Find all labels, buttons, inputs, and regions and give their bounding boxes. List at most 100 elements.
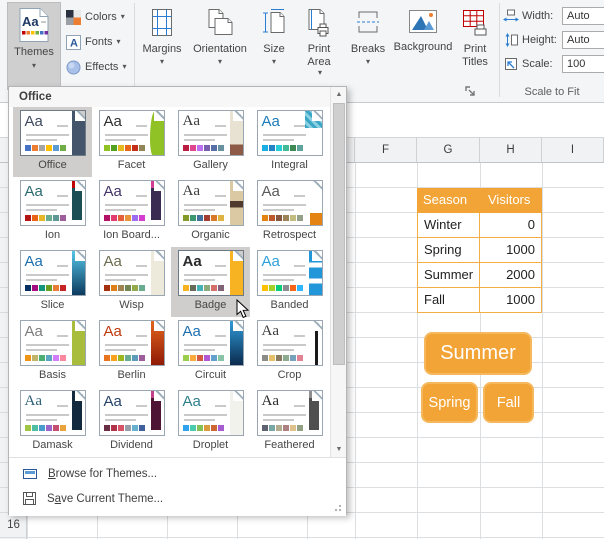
theme-palette [262, 355, 303, 361]
column-header-g[interactable]: G [417, 138, 480, 162]
column-header-i[interactable]: I [542, 138, 604, 162]
gallery-section-header: Office [9, 87, 330, 107]
theme-item-office[interactable]: AaOffice [13, 107, 92, 177]
theme-palette [262, 425, 303, 431]
cell-summer[interactable]: Summer [417, 263, 480, 288]
theme-palette [25, 145, 66, 151]
theme-item-damask[interactable]: AaDamask [13, 387, 92, 457]
theme-item-ion-board[interactable]: AaIon Board... [92, 177, 171, 247]
dropdown-caret-icon: ▾ [121, 13, 125, 21]
dropdown-caret-icon: ▾ [218, 58, 222, 66]
background-button[interactable]: Background [394, 2, 452, 94]
row-header-16[interactable]: 16 [0, 513, 27, 538]
width-label: Width: [522, 10, 559, 22]
height-input[interactable] [562, 31, 604, 49]
theme-thumbnail: Aa [257, 180, 323, 226]
theme-name: Dividend [92, 439, 171, 451]
theme-aa-sample: Aa [183, 253, 202, 270]
scale-input[interactable] [562, 55, 604, 73]
breaks-button[interactable]: Breaks ▾ [344, 2, 392, 94]
browse-themes-icon [23, 468, 37, 480]
theme-name: Integral [250, 159, 329, 171]
theme-item-ion[interactable]: AaIon [13, 177, 92, 247]
scroll-down-icon[interactable]: ▼ [332, 442, 346, 457]
table-header-season[interactable]: Season [417, 188, 480, 213]
theme-aa-sample: Aa [104, 323, 122, 340]
save-current-theme-item[interactable]: Save Current Theme... [9, 487, 346, 510]
cell-spring[interactable]: Spring [417, 238, 480, 263]
theme-item-wisp[interactable]: AaWisp [92, 247, 171, 317]
margins-button[interactable]: Margins ▾ [138, 2, 186, 94]
theme-item-facet[interactable]: AaFacet [92, 107, 171, 177]
theme-item-circuit[interactable]: AaCircuit [171, 317, 250, 387]
page-fold [233, 181, 243, 191]
cell-winter[interactable]: Winter [417, 213, 480, 238]
page-setup-dialog-launcher[interactable] [464, 85, 476, 97]
size-icon [262, 8, 286, 38]
orientation-button[interactable]: Orientation ▾ [188, 2, 252, 94]
cell-spring-value[interactable]: 1000 [480, 238, 542, 263]
scrollbar-thumb[interactable] [333, 103, 345, 365]
column-header-f[interactable]: F [355, 138, 417, 162]
shape-button-spring[interactable]: Spring [421, 382, 478, 423]
scale-to-fit-group-label: Scale to Fit [500, 86, 604, 98]
theme-item-retrospect[interactable]: AaRetrospect [250, 177, 329, 247]
cell-fall-value[interactable]: 1000 [480, 288, 542, 313]
shape-button-summer[interactable]: Summer [424, 332, 532, 375]
theme-item-berlin[interactable]: AaBerlin [92, 317, 171, 387]
theme-item-banded[interactable]: Aa Banded [250, 247, 329, 317]
theme-aa-sample: Aa [262, 253, 280, 270]
svg-text:A: A [70, 37, 78, 49]
print-titles-button[interactable]: Print Titles [454, 2, 496, 94]
print-area-label: Print Area [296, 43, 342, 69]
browse-for-themes-item[interactable]: Browse for Themes... [9, 462, 346, 485]
resize-grip[interactable] [331, 504, 343, 514]
page-fold [75, 321, 85, 331]
gallery-scrollbar[interactable]: ▲ ▼ [330, 87, 346, 457]
breaks-label: Breaks [351, 43, 385, 56]
theme-name: Feathered [250, 439, 329, 451]
theme-aa-sample: Aa [183, 183, 201, 200]
theme-thumbnail: Aa [20, 390, 86, 436]
colors-dropdown[interactable]: Colors ▾ [66, 6, 138, 28]
orientation-label: Orientation [193, 43, 247, 56]
theme-item-slice[interactable]: AaSlice [13, 247, 92, 317]
fonts-dropdown[interactable]: A Fonts ▾ [66, 31, 138, 53]
theme-item-gallery[interactable]: AaGallery [171, 107, 250, 177]
background-icon [408, 8, 438, 36]
table-header-visitors[interactable]: Visitors [480, 188, 542, 213]
print-area-button[interactable]: Print Area▾ [296, 2, 342, 94]
orientation-icon [205, 8, 235, 38]
theme-item-crop[interactable]: AaCrop [250, 317, 329, 387]
theme-aa-sample: Aa [262, 113, 280, 130]
theme-thumbnail: Aa [99, 110, 165, 156]
shape-button-fall[interactable]: Fall [483, 382, 534, 423]
cell-fall[interactable]: Fall [417, 288, 480, 313]
background-label: Background [394, 41, 453, 54]
theme-palette [25, 355, 66, 361]
theme-item-integral[interactable]: Aa Integral [250, 107, 329, 177]
gallery-footer: Browse for Themes... Save Current Theme.… [9, 457, 346, 516]
scroll-up-icon[interactable]: ▲ [332, 87, 346, 102]
themes-gallery-dropdown: Office AaOfficeAaFacetAaGalleryAaIntegra… [8, 86, 347, 515]
cell-winter-value[interactable]: 0 [480, 213, 542, 238]
effects-label: Effects [85, 61, 118, 73]
effects-dropdown[interactable]: Effects ▾ [66, 56, 138, 78]
theme-item-droplet[interactable]: AaDroplet [171, 387, 250, 457]
size-button[interactable]: Size ▾ [254, 2, 294, 94]
page-fold [154, 181, 164, 191]
theme-item-organic[interactable]: AaOrganic [171, 177, 250, 247]
theme-item-feathered[interactable]: AaFeathered [250, 387, 329, 457]
theme-thumbnail: Aa [178, 250, 244, 296]
theme-item-dividend[interactable]: AaDividend [92, 387, 171, 457]
cell-summer-value[interactable]: 2000 [480, 263, 542, 288]
page-fold [312, 251, 322, 261]
scale-height-row: Height: [503, 30, 604, 50]
column-header-h[interactable]: H [480, 138, 542, 162]
theme-palette [262, 145, 303, 151]
theme-aa-sample: Aa [25, 323, 43, 340]
theme-item-basis[interactable]: AaBasis [13, 317, 92, 387]
theme-name: Banded [250, 299, 329, 311]
width-input[interactable] [562, 7, 604, 25]
themes-button[interactable]: Aa Themes ▾ [7, 2, 61, 90]
